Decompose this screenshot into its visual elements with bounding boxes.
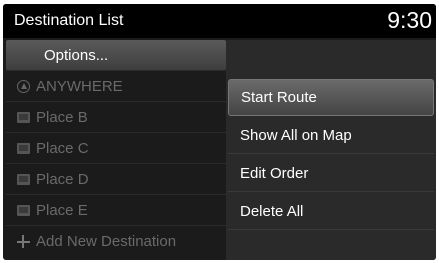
list-item[interactable]: Place E — [6, 195, 226, 226]
options-label: Options... — [44, 46, 109, 64]
options-button[interactable]: Options... — [6, 40, 226, 71]
list-item-label: Place E — [36, 201, 88, 219]
options-menu: Start Route Show All on Map Edit Order D… — [226, 40, 436, 260]
plus-icon — [17, 235, 30, 248]
edit-order-button[interactable]: Edit Order — [228, 155, 434, 192]
list-item-label: Place B — [36, 108, 88, 126]
list-item-label: ANYWHERE — [36, 77, 123, 95]
navigation-screen: Destination List 9:30 Options... ANYWHER… — [3, 4, 436, 260]
flag-icon — [17, 142, 30, 154]
header-bar: Destination List 9:30 — [3, 4, 436, 38]
clock: 9:30 — [387, 7, 432, 33]
flag-icon — [17, 111, 30, 123]
list-item-label: Place C — [36, 139, 89, 157]
list-item[interactable]: Place D — [6, 164, 226, 195]
flag-icon — [17, 204, 30, 216]
list-item-label: Add New Destination — [36, 233, 177, 250]
flag-icon — [17, 173, 30, 185]
list-item[interactable]: Place B — [6, 102, 226, 133]
delete-all-button[interactable]: Delete All — [228, 193, 434, 230]
add-new-destination-button[interactable]: Add New Destination — [6, 226, 226, 257]
start-route-button[interactable]: Start Route — [228, 79, 434, 116]
list-item[interactable]: Place C — [6, 133, 226, 164]
list-item-label: Place D — [36, 170, 89, 188]
show-all-on-map-button[interactable]: Show All on Map — [228, 117, 434, 154]
destination-list: Options... ANYWHERE Place B Place C Plac… — [6, 40, 226, 260]
list-item[interactable]: ANYWHERE — [6, 71, 226, 102]
pin-icon — [17, 79, 30, 93]
page-title: Destination List — [14, 12, 124, 29]
